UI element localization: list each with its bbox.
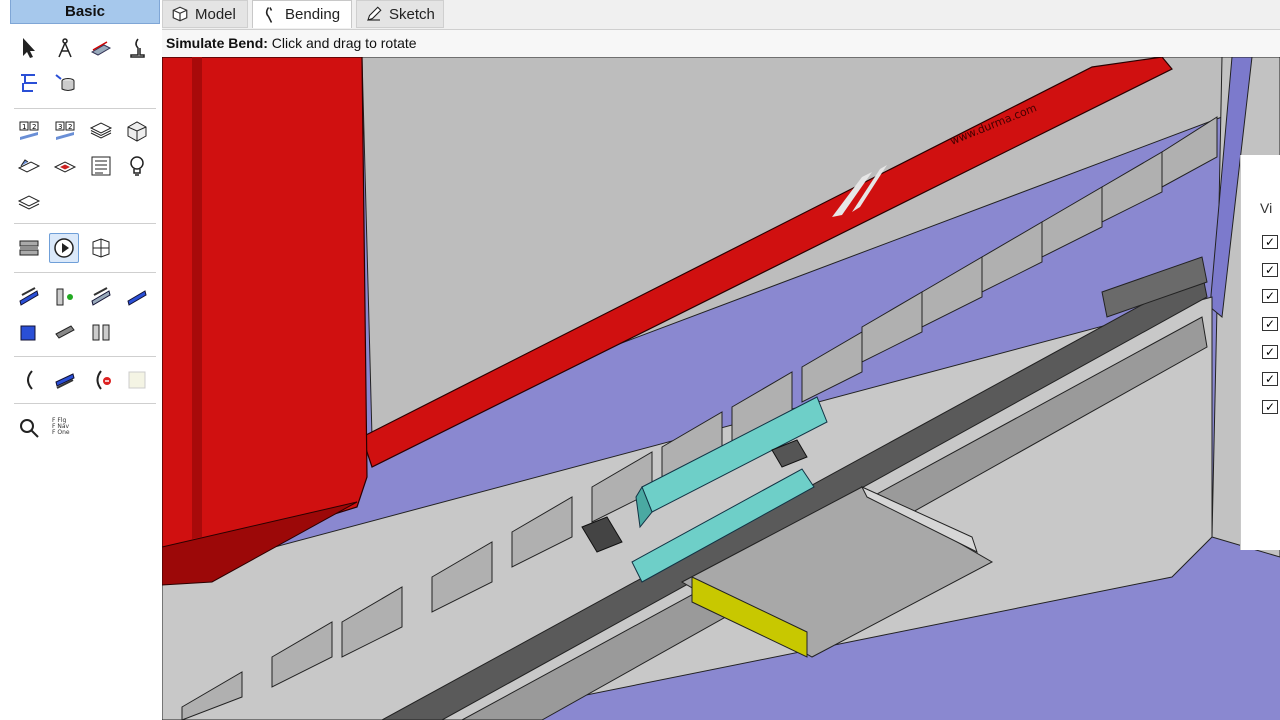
tab-sketch[interactable]: Sketch bbox=[356, 0, 444, 28]
sheet-stack-icon[interactable] bbox=[14, 186, 44, 216]
svg-text:2: 2 bbox=[32, 123, 36, 131]
left-toolbar: Basic 12 32 F Flg F Nav F One bbox=[0, 0, 163, 720]
select-arrow-icon[interactable] bbox=[14, 33, 44, 63]
hand-plate-icon[interactable] bbox=[14, 151, 44, 181]
view-checkbox[interactable]: ✓ bbox=[1262, 372, 1278, 386]
press-brake-icon[interactable] bbox=[14, 233, 44, 263]
svg-text:1: 1 bbox=[22, 123, 26, 131]
view-checkbox[interactable]: ✓ bbox=[1262, 289, 1278, 303]
box-part-icon[interactable] bbox=[122, 116, 152, 146]
bend-order-3-2-icon[interactable]: 32 bbox=[50, 116, 80, 146]
profile-steps-icon[interactable] bbox=[14, 68, 44, 98]
die-block-icon[interactable] bbox=[14, 317, 44, 347]
status-command: Simulate Bend: bbox=[166, 35, 268, 51]
die-segment-icon[interactable] bbox=[50, 317, 80, 347]
simulate-play-icon[interactable] bbox=[49, 233, 79, 263]
note-disabled-icon bbox=[122, 365, 152, 395]
bend-icon bbox=[265, 6, 273, 23]
tab-label: Model bbox=[195, 5, 236, 23]
view-checkbox[interactable]: ✓ bbox=[1262, 345, 1278, 359]
tooling-punch-icon[interactable] bbox=[14, 282, 44, 312]
tool-station-icon[interactable] bbox=[122, 282, 152, 312]
tab-label: Sketch bbox=[389, 5, 435, 23]
svg-text:3: 3 bbox=[58, 123, 62, 131]
view-checkbox[interactable]: ✓ bbox=[1262, 400, 1278, 414]
panel-title: Vi bbox=[1260, 200, 1273, 216]
bend-curve-icon[interactable] bbox=[14, 365, 44, 395]
cube-icon bbox=[172, 6, 188, 22]
flat-plate-icon[interactable] bbox=[50, 151, 80, 181]
tool-segment-icon[interactable] bbox=[86, 282, 116, 312]
sheet-measure-icon[interactable] bbox=[86, 33, 116, 63]
zoom-search-icon[interactable] bbox=[14, 413, 44, 443]
pencil-icon bbox=[367, 6, 382, 21]
view-checkbox[interactable]: ✓ bbox=[1262, 263, 1278, 277]
remove-bend-icon[interactable] bbox=[86, 365, 116, 395]
lightbulb-icon[interactable] bbox=[122, 151, 152, 181]
list-report-icon[interactable] bbox=[86, 151, 116, 181]
bend-order-1-2-icon[interactable]: 12 bbox=[14, 116, 44, 146]
backgauge-icon[interactable] bbox=[50, 365, 80, 395]
flag-label: F One bbox=[52, 429, 70, 436]
status-hint: Simulate Bend: Click and drag to rotate bbox=[162, 30, 1280, 57]
tab-label: Bending bbox=[285, 6, 341, 23]
compass-icon[interactable] bbox=[50, 33, 80, 63]
flag-list[interactable]: F Flg F Nav F One bbox=[52, 418, 70, 436]
column-edge bbox=[192, 57, 202, 539]
die-pair-icon[interactable] bbox=[86, 317, 116, 347]
toolbar-header[interactable]: Basic bbox=[10, 0, 160, 24]
tool-add-icon[interactable] bbox=[50, 282, 80, 312]
tab-model[interactable]: Model bbox=[162, 0, 248, 28]
unfold-part-icon[interactable] bbox=[86, 233, 116, 263]
layers-icon[interactable] bbox=[86, 116, 116, 146]
svg-text:2: 2 bbox=[68, 123, 72, 131]
status-text: Click and drag to rotate bbox=[267, 35, 417, 51]
database-icon[interactable] bbox=[50, 68, 80, 98]
tab-bar: Model Bending Sketch bbox=[162, 0, 1280, 30]
hook-tool-icon[interactable] bbox=[122, 33, 152, 63]
view-checkbox[interactable]: ✓ bbox=[1262, 235, 1278, 249]
tab-bending[interactable]: Bending bbox=[252, 0, 352, 28]
simulation-viewport[interactable]: www.durma.com bbox=[162, 57, 1280, 720]
view-checkbox[interactable]: ✓ bbox=[1262, 317, 1278, 331]
